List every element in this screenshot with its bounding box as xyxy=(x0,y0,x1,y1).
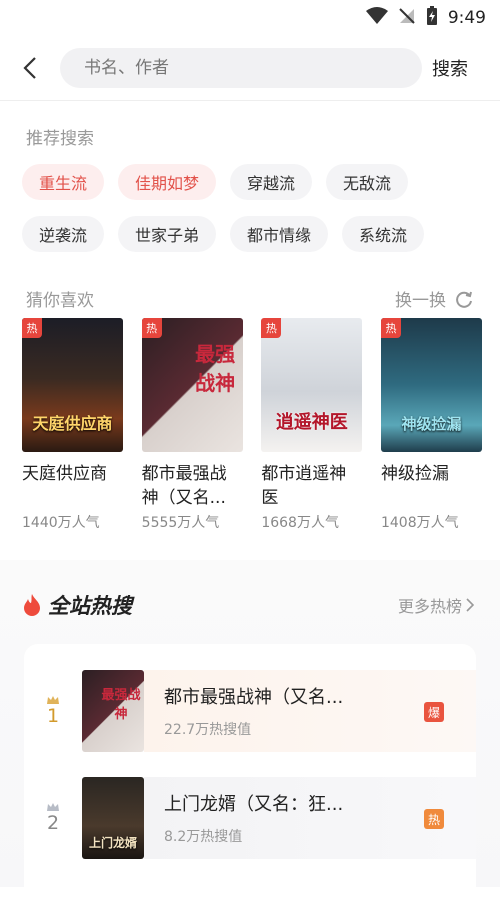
tag-item[interactable]: 系统流 xyxy=(342,216,425,252)
book-card[interactable]: 热 神级捡漏 神级捡漏 1408万人气 xyxy=(380,318,482,532)
recommend-tags: 重生流 佳期如梦 穿越流 无敌流 逆袭流 世家子弟 都市情缘 系统流 xyxy=(22,164,492,252)
search-input[interactable] xyxy=(84,58,422,78)
book-card[interactable]: 热 最强战神 都市最强战神（又名... 5555万人气 xyxy=(141,318,243,532)
no-signal-icon xyxy=(398,7,416,29)
hot-badge: 热 xyxy=(424,809,444,829)
refresh-label: 换一换 xyxy=(395,291,446,311)
rank-number-text: 1 xyxy=(46,705,60,727)
cover-title: 天庭供应商 xyxy=(32,414,113,433)
search-header: 搜索 xyxy=(0,40,500,96)
rank-cover: 最强战神 xyxy=(82,670,144,752)
rank-row[interactable]: 2 上门龙婿 上门龙婿（又名：狂... 8.2万热搜值 热 xyxy=(24,777,476,859)
status-bar: 9:49 xyxy=(0,0,500,36)
hot-search-title-text: 全站热搜 xyxy=(48,594,132,618)
refresh-icon xyxy=(456,291,472,308)
explode-badge: 爆 xyxy=(424,702,444,722)
tag-item[interactable]: 逆袭流 xyxy=(22,216,105,252)
recommend-title: 推荐搜索 xyxy=(26,129,94,149)
chevron-left-icon xyxy=(23,57,36,79)
cover-title: 最强战神 xyxy=(195,342,236,395)
book-name: 天庭供应商 xyxy=(22,464,107,484)
hot-badge: 热 xyxy=(380,318,401,338)
hot-badge: 热 xyxy=(22,318,42,338)
tag-item[interactable]: 穿越流 xyxy=(230,164,313,200)
rank-heat-value: 8.2万热搜值 xyxy=(164,829,243,845)
book-card[interactable]: 热 天庭供应商 天庭供应商 1440万人气 xyxy=(22,318,123,532)
rank-heat-value: 22.7万热搜值 xyxy=(164,722,252,738)
tag-item[interactable]: 都市情缘 xyxy=(230,216,329,252)
search-box[interactable] xyxy=(60,48,422,88)
book-cover: 热 逍遥神医 xyxy=(261,318,363,452)
flame-icon xyxy=(24,594,40,616)
search-button[interactable]: 搜索 xyxy=(432,55,468,81)
hot-badge: 热 xyxy=(141,318,162,338)
book-cover: 热 最强战神 xyxy=(141,318,243,452)
tag-item[interactable]: 无敌流 xyxy=(326,164,409,200)
rank-cover-title: 上门龙婿 xyxy=(88,836,137,850)
book-card[interactable]: 热 逍遥神医 都市逍遥神医 1668万人气 xyxy=(261,318,363,532)
book-cover: 热 神级捡漏 xyxy=(380,318,482,452)
guess-title: 猜你喜欢 xyxy=(26,291,94,311)
header-divider xyxy=(0,100,500,101)
rank-cover-title: 最强战神 xyxy=(101,688,141,722)
crown-icon xyxy=(47,696,59,704)
battery-charging-icon xyxy=(426,6,438,30)
book-popularity: 1668万人气 xyxy=(261,515,339,531)
tag-item[interactable]: 世家子弟 xyxy=(118,216,217,252)
book-name: 都市逍遥神医 xyxy=(261,464,347,508)
book-name: 都市最强战神（又名... xyxy=(141,464,227,508)
hot-search-title: 全站热搜 xyxy=(22,590,132,620)
book-name: 神级捡漏 xyxy=(380,464,449,484)
more-hot-label: 更多热榜 xyxy=(397,597,462,616)
hot-badge: 热 xyxy=(261,318,282,338)
book-popularity: 5555万人气 xyxy=(141,515,220,531)
book-popularity: 1408万人气 xyxy=(380,515,459,531)
crown-icon xyxy=(47,803,59,811)
hot-search-header: 全站热搜 更多热榜 xyxy=(22,590,474,620)
cover-title: 神级捡漏 xyxy=(401,415,462,433)
refresh-button[interactable]: 换一换 xyxy=(395,286,474,311)
rank-cover: 上门龙婿 xyxy=(82,777,144,859)
hot-search-section: 全站热搜 更多热榜 1 最强战神 都市最强战神（又名... 22.7万热搜值 爆 xyxy=(0,560,500,904)
book-popularity: 1440万人气 xyxy=(22,515,100,531)
clock-time: 9:49 xyxy=(447,8,486,28)
book-cover: 热 天庭供应商 xyxy=(22,318,123,452)
tag-item[interactable]: 重生流 xyxy=(22,164,105,200)
rank-row[interactable]: 1 最强战神 都市最强战神（又名... 22.7万热搜值 爆 xyxy=(24,670,476,752)
tag-item[interactable]: 佳期如梦 xyxy=(118,164,217,200)
book-grid: 热 天庭供应商 天庭供应商 1440万人气 热 最强战神 都市最强战神（又名..… xyxy=(22,318,482,532)
chevron-right-icon xyxy=(466,598,474,612)
more-hot-link[interactable]: 更多热榜 xyxy=(398,593,474,617)
rank-number-text: 2 xyxy=(46,812,60,834)
cover-title: 逍遥神医 xyxy=(275,412,348,433)
rank-number: 2 xyxy=(24,802,82,834)
wifi-icon xyxy=(365,7,388,29)
back-button[interactable] xyxy=(0,40,60,96)
hot-rank-list: 1 最强战神 都市最强战神（又名... 22.7万热搜值 爆 2 上门龙婿 上门… xyxy=(24,644,476,904)
rank-number: 1 xyxy=(24,695,82,727)
